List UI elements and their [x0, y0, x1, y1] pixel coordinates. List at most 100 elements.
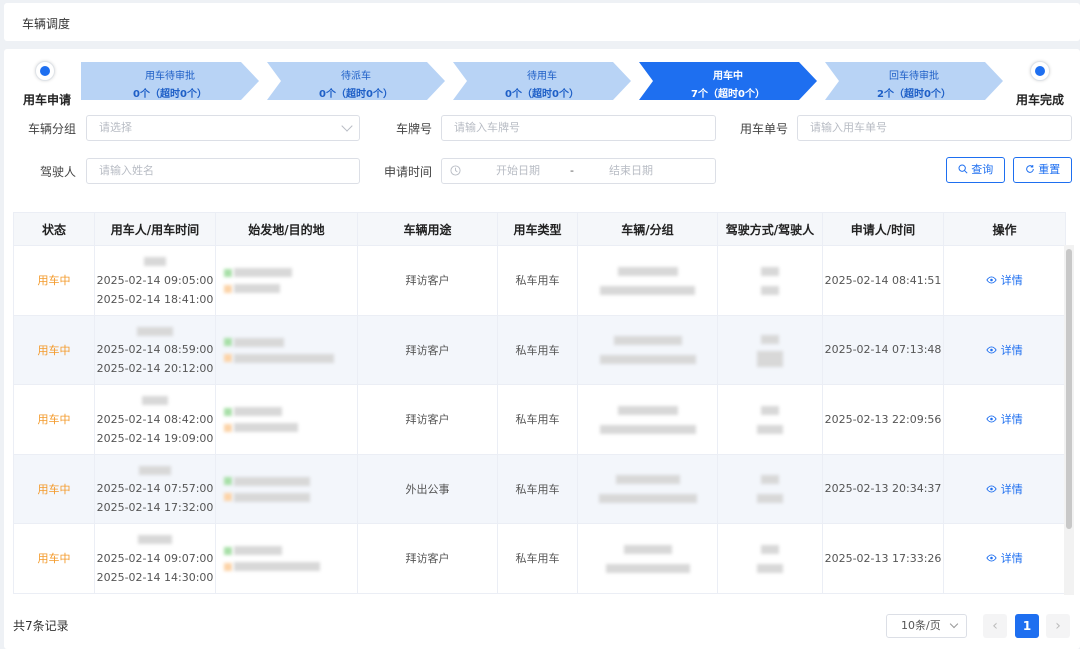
redacted-origin — [234, 546, 282, 556]
next-page-button[interactable]: › — [1046, 614, 1070, 638]
origin-marker — [224, 268, 232, 277]
vehicle-cell — [577, 245, 718, 316]
destination-marker — [224, 493, 232, 502]
eye-icon — [986, 276, 997, 284]
type-cell: 私车用车 — [497, 523, 578, 594]
group-label: 车辆分组 — [27, 122, 76, 136]
start-time: 2025-02-14 07:57:00 — [96, 482, 214, 496]
step-name: 用车中 — [713, 71, 743, 82]
status-cell: 用车中 — [13, 314, 95, 385]
column-header: 驾驶方式/驾驶人 — [717, 212, 823, 246]
route-cell — [215, 523, 358, 594]
end-time: 2025-02-14 17:32:00 — [96, 501, 214, 515]
applied-cell: 2025-02-13 17:33:26 — [822, 523, 944, 594]
user-time-cell: 2025-02-14 08:42:00 2025-02-14 19:09:00 — [94, 384, 216, 455]
end-time: 2025-02-14 14:30:00 — [96, 570, 214, 584]
origin-marker — [224, 477, 232, 486]
redacted-driver — [757, 424, 783, 434]
vehicle-cell — [577, 453, 718, 524]
detail-link[interactable]: 详情 — [943, 453, 1066, 524]
detail-link[interactable]: 详情 — [943, 523, 1066, 594]
redacted-name — [144, 257, 166, 267]
step-name: 回车待审批 — [889, 71, 939, 82]
redacted-vehicle — [615, 475, 680, 485]
plate-label: 车牌号 — [395, 122, 432, 136]
redacted-origin — [234, 407, 282, 417]
page-size-value: 10条/页 — [901, 619, 941, 632]
step-pending-use[interactable]: 待用车 0个（超时0个） — [453, 62, 631, 100]
driver-cell — [717, 523, 823, 594]
order-input[interactable]: 请输入用车单号 — [797, 115, 1072, 141]
step-count: 7个（超时0个） — [691, 89, 765, 100]
plate-input[interactable]: 请输入车牌号 — [441, 115, 716, 141]
step-end-label: 用车完成 — [1016, 93, 1065, 107]
type-cell: 私车用车 — [497, 453, 578, 524]
driver-cell — [717, 314, 823, 385]
status-cell: 用车中 — [13, 523, 95, 594]
redacted-destination — [234, 492, 310, 502]
step-pending-approval[interactable]: 用车待审批 0个（超时0个） — [81, 62, 259, 100]
start-date-placeholder[interactable]: 开始日期 — [496, 159, 540, 183]
column-header: 申请人/时间 — [822, 212, 944, 246]
driver-input[interactable]: 请输入姓名 — [86, 158, 360, 184]
user-time-cell: 2025-02-14 08:59:00 2025-02-14 20:12:00 — [94, 314, 216, 385]
redacted-driver — [761, 285, 779, 295]
dispatch-table: 状态 用车人/用车时间 始发地/目的地 车辆用途 用车类型 车辆/分组 驾驶方式… — [13, 212, 1066, 594]
query-button-label: 查询 — [971, 163, 994, 176]
chevron-down-icon — [949, 619, 959, 629]
redacted-drive-mode — [761, 544, 779, 554]
route-cell — [215, 453, 358, 524]
eye-icon — [986, 485, 997, 493]
scrollbar-thumb[interactable] — [1066, 249, 1072, 529]
page-number-button[interactable]: 1 — [1015, 614, 1039, 638]
eye-icon — [986, 346, 997, 354]
type-cell: 私车用车 — [497, 245, 578, 316]
detail-link[interactable]: 详情 — [943, 314, 1066, 385]
table-row: 用车中 2025-02-14 09:05:00 2025-02-14 18:41… — [13, 245, 1066, 316]
query-button[interactable]: 查询 — [946, 157, 1005, 183]
table-row: 用车中 2025-02-14 08:42:00 2025-02-14 19:09… — [13, 384, 1066, 455]
detail-label: 详情 — [1000, 413, 1023, 427]
detail-link[interactable]: 详情 — [943, 384, 1066, 455]
redacted-driver — [757, 494, 783, 504]
step-name: 用车待审批 — [145, 71, 195, 82]
page-size-select[interactable]: 10条/页 — [886, 614, 967, 638]
vehicle-cell — [577, 384, 718, 455]
destination-marker — [224, 562, 232, 571]
step-count: 0个（超时0个） — [319, 89, 393, 100]
table-row: 用车中 2025-02-14 09:07:00 2025-02-14 14:30… — [13, 523, 1066, 594]
end-date-placeholder[interactable]: 结束日期 — [609, 159, 653, 183]
end-time: 2025-02-14 20:12:00 — [96, 362, 214, 376]
detail-link[interactable]: 详情 — [943, 245, 1066, 316]
column-header: 用车人/用车时间 — [94, 212, 216, 246]
date-separator: - — [570, 164, 574, 177]
redacted-name — [137, 326, 173, 336]
eye-icon — [986, 415, 997, 423]
eye-icon — [986, 554, 997, 562]
redacted-name — [139, 465, 171, 475]
redacted-destination — [234, 284, 280, 294]
group-select[interactable]: 请选择 — [86, 115, 360, 141]
redacted-group — [599, 355, 696, 365]
step-pending-dispatch[interactable]: 待派车 0个（超时0个） — [267, 62, 445, 100]
step-return-approval[interactable]: 回车待审批 2个（超时0个） — [825, 62, 1003, 100]
purpose-cell: 拜访客户 — [357, 523, 498, 594]
date-range-picker[interactable]: 开始日期 - 结束日期 — [441, 158, 716, 184]
redacted-drive-mode — [761, 266, 779, 276]
route-cell — [215, 384, 358, 455]
reset-button[interactable]: 重置 — [1013, 157, 1072, 183]
vehicle-cell — [577, 314, 718, 385]
refresh-icon — [1025, 165, 1034, 173]
column-header: 车辆/分组 — [577, 212, 718, 246]
redacted-group — [599, 424, 696, 434]
redacted-origin — [234, 337, 284, 347]
step-in-use[interactable]: 用车中 7个（超时0个） — [639, 62, 817, 100]
redacted-destination — [234, 353, 334, 363]
redacted-name — [142, 396, 168, 406]
detail-label: 详情 — [1000, 343, 1023, 357]
user-time-cell: 2025-02-14 09:05:00 2025-02-14 18:41:00 — [94, 245, 216, 316]
table-row: 用车中 2025-02-14 07:57:00 2025-02-14 17:32… — [13, 453, 1066, 524]
prev-page-button[interactable]: ‹ — [983, 614, 1007, 638]
table-scrollbar[interactable] — [1064, 245, 1074, 595]
type-cell: 私车用车 — [497, 384, 578, 455]
